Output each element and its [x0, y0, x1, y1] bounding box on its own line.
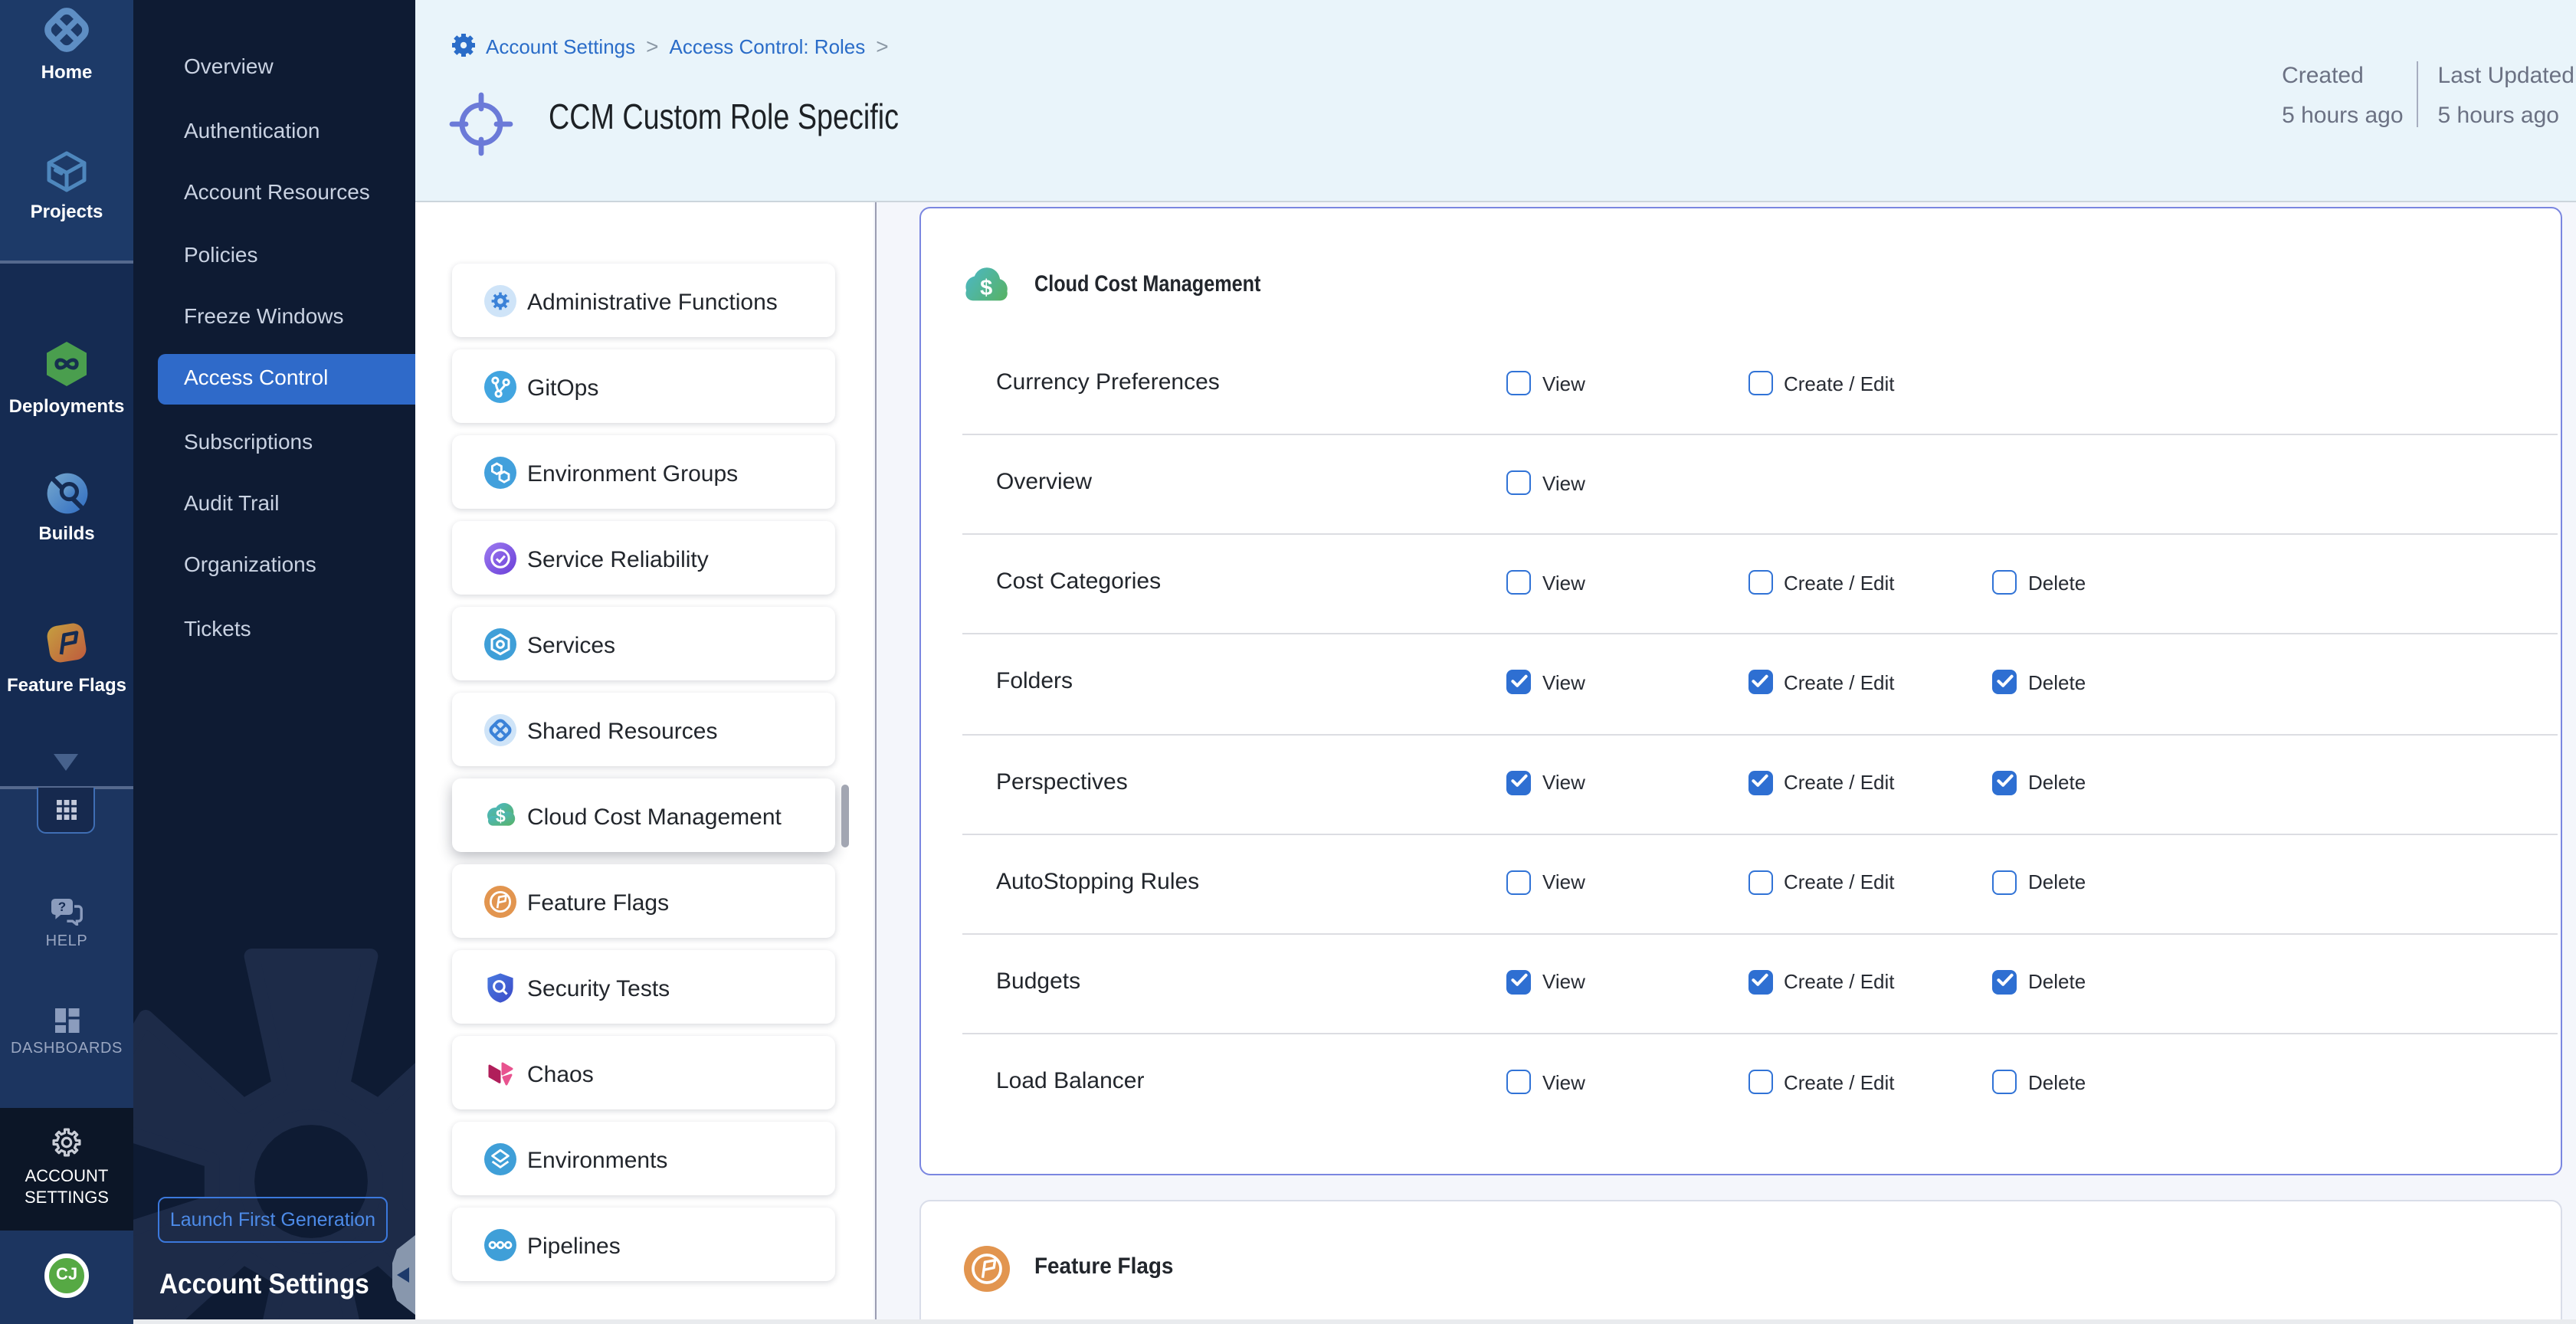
- svg-text:?: ?: [58, 900, 66, 914]
- svg-text:$: $: [979, 276, 991, 300]
- svg-text:$: $: [496, 805, 506, 825]
